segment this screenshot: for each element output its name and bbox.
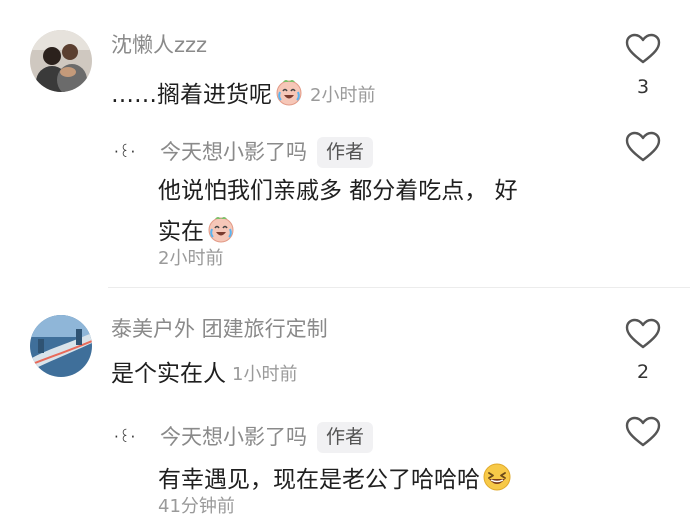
crying-laughing-icon: [208, 217, 234, 243]
reply-text-line1: 他说怕我们亲戚多 都分着吃点， 好: [158, 178, 518, 204]
reply-text-body: 有幸遇见，现在是老公了哈哈哈: [158, 467, 480, 493]
like-heart-icon[interactable]: [625, 33, 661, 65]
grinning-squint-icon: [483, 463, 511, 491]
like-heart-icon[interactable]: [625, 131, 661, 163]
like-count: 2: [636, 361, 650, 383]
like-count: 3: [636, 76, 650, 98]
reply-username-row: 今天想小影了吗 作者: [160, 422, 374, 453]
reply-time: 2小时前: [158, 248, 224, 269]
reply-text: 有幸遇见，现在是老公了哈哈哈: [158, 462, 512, 492]
comment-text: ……搁着进货呢 2小时前: [111, 77, 375, 107]
avatar[interactable]: [30, 315, 92, 377]
crying-laughing-icon: [276, 80, 302, 106]
reply-avatar[interactable]: ·꒰·: [114, 145, 135, 160]
comment-username[interactable]: 沈懒人zzz: [111, 35, 207, 56]
reply-text-line2: 实在: [158, 214, 236, 244]
reply-time: 41分钟前: [158, 496, 235, 517]
comment-username[interactable]: 泰美户外 团建旅行定制: [111, 319, 328, 340]
divider: [108, 287, 690, 288]
comment-text-body: 是个实在人: [111, 361, 226, 387]
author-badge: 作者: [317, 137, 374, 168]
comment-text-body: ……搁着进货呢: [111, 82, 272, 108]
like-heart-icon[interactable]: [625, 318, 661, 350]
comment-time: 2小时前: [310, 85, 376, 106]
author-badge: 作者: [317, 422, 374, 453]
like-heart-icon[interactable]: [625, 416, 661, 448]
reply-username[interactable]: 今天想小影了吗: [160, 425, 307, 449]
comment-time: 1小时前: [232, 364, 298, 385]
reply-username-row: 今天想小影了吗 作者: [160, 137, 374, 168]
reply-avatar[interactable]: ·꒰·: [114, 430, 135, 445]
reply-text-body: 实在: [158, 219, 204, 245]
reply-username[interactable]: 今天想小影了吗: [160, 140, 307, 164]
avatar[interactable]: [30, 30, 92, 92]
comment-text: 是个实在人 1小时前: [111, 363, 297, 386]
